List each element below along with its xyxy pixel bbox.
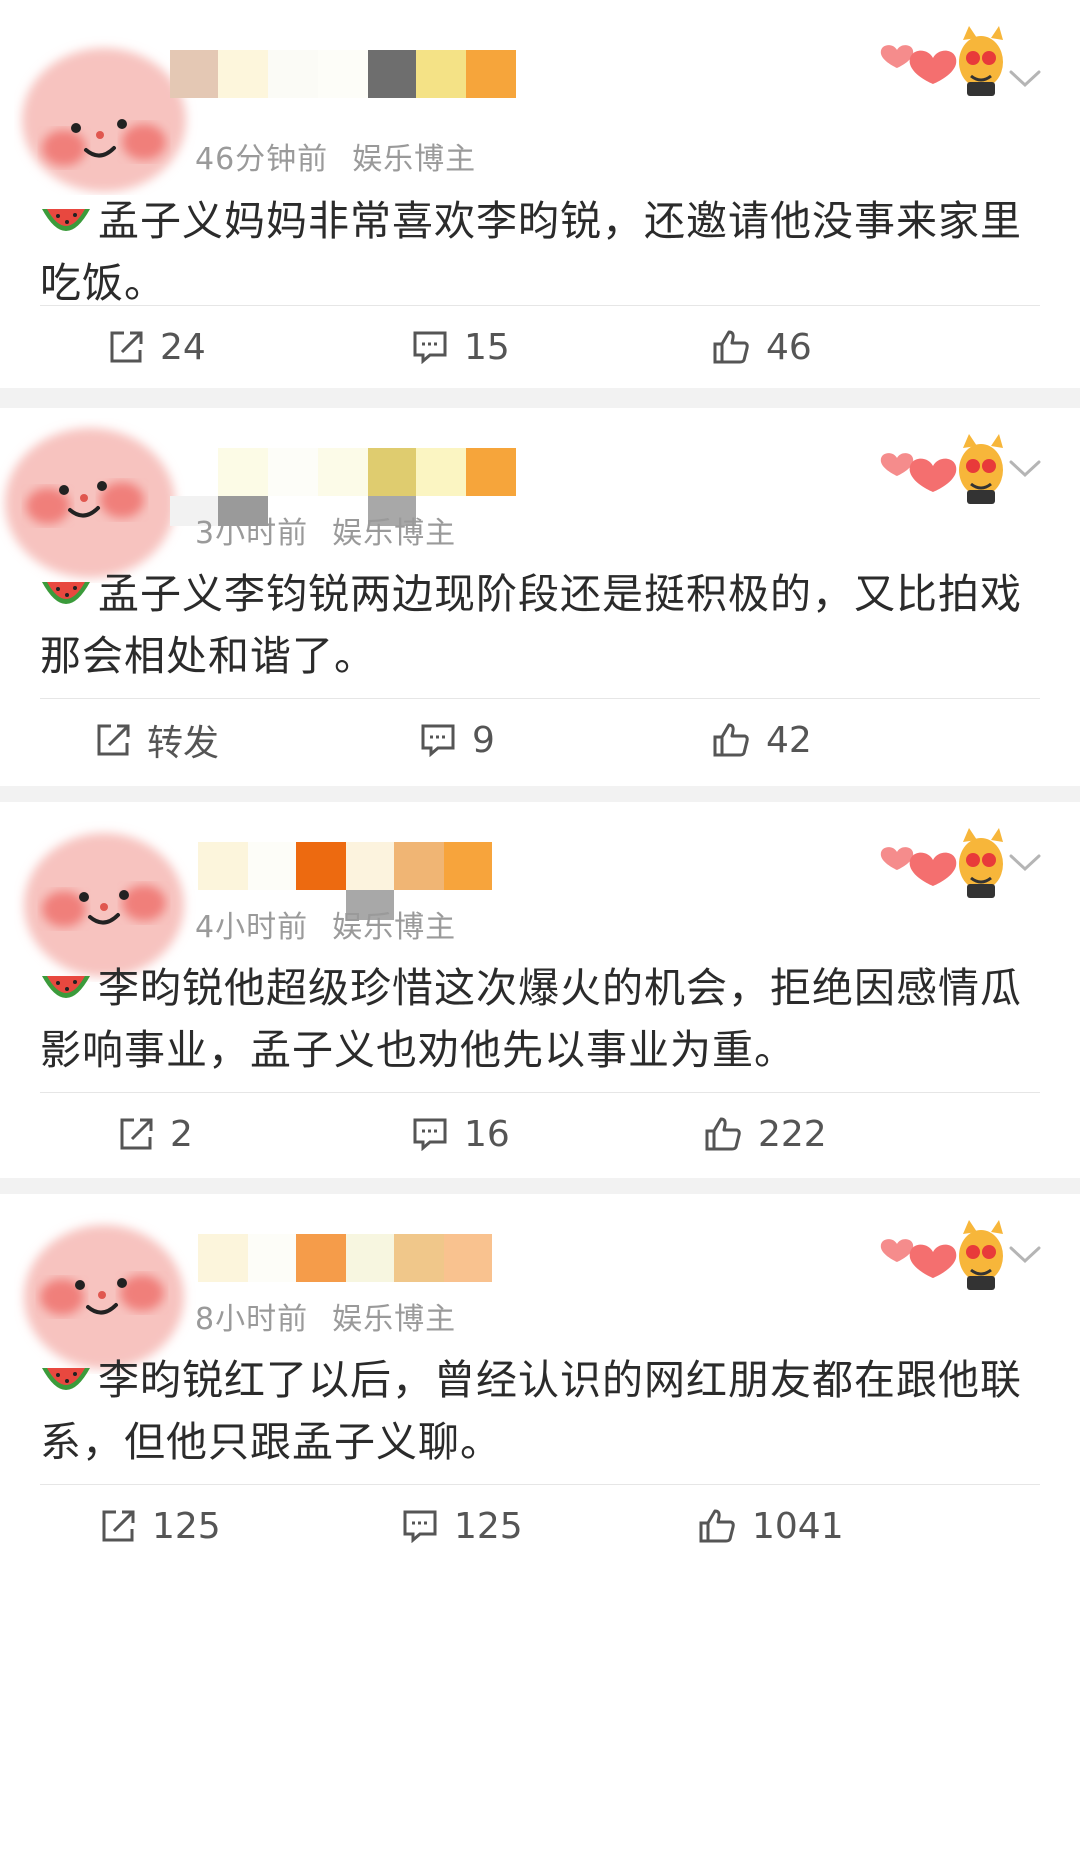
repost-button[interactable]: 2 [118, 1099, 193, 1169]
chevron-down-icon[interactable] [1008, 1244, 1042, 1266]
heart-cat-sticker [880, 1220, 1003, 1290]
post-meta: 8小时前 娱乐博主 [195, 1294, 456, 1338]
comment-button[interactable]: 9 [420, 705, 495, 775]
comment-button[interactable]: 16 [412, 1099, 510, 1169]
post-card: 4小时前 娱乐博主 李昀锐他超级珍惜这次爆火的机会，拒绝因感情瓜影响事业，孟子义也… [0, 802, 1080, 1178]
watermelon-icon [42, 976, 90, 998]
post-actions: 2 16 222 [0, 1099, 1080, 1169]
thumbs-up-icon [699, 1509, 735, 1543]
post-text: 孟子义妈妈非常喜欢李昀锐，还邀请他没事来家里吃饭。 [40, 197, 1022, 307]
share-icon [110, 331, 143, 363]
like-count: 42 [766, 719, 812, 761]
post-time: 4小时前 [195, 910, 309, 945]
post-time: 3小时前 [195, 516, 309, 551]
divider [40, 1484, 1040, 1485]
comment-button[interactable]: 15 [412, 312, 510, 382]
share-icon [97, 724, 130, 756]
post-text: 李昀锐他超级珍惜这次爆火的机会，拒绝因感情瓜影响事业，孟子义也劝他先以事业为重。 [40, 964, 1022, 1074]
author-tag: 娱乐博主 [332, 516, 457, 551]
like-button[interactable]: 222 [704, 1099, 827, 1169]
like-count: 222 [758, 1113, 827, 1155]
thumbs-up-icon [705, 1117, 741, 1151]
comment-icon [403, 1510, 437, 1543]
repost-count: 2 [170, 1113, 193, 1155]
divider [40, 698, 1040, 699]
avatar[interactable] [0, 418, 185, 583]
author-tag: 娱乐博主 [332, 910, 457, 945]
share-icon [120, 1118, 153, 1150]
repost-button[interactable]: 24 [108, 312, 206, 382]
post-meta: 46分钟前 娱乐博主 [195, 134, 476, 178]
like-button[interactable]: 42 [712, 705, 812, 775]
post-time: 46分钟前 [195, 142, 329, 177]
watermelon-icon [42, 582, 90, 604]
comment-count: 9 [472, 719, 495, 761]
post-actions: 24 15 46 [0, 312, 1080, 382]
post-text: 孟子义李钧锐两边现阶段还是挺积极的，又比拍戏那会相处和谐了。 [40, 570, 1022, 680]
repost-count: 转发 [147, 723, 220, 764]
heart-cat-sticker [880, 434, 1003, 504]
post-time: 8小时前 [195, 1302, 309, 1337]
comment-count: 16 [464, 1113, 510, 1155]
post-text: 李昀锐红了以后，曾经认识的网红朋友都在跟他联系，但他只跟孟子义聊。 [40, 1356, 1022, 1466]
repost-button[interactable]: 转发 [95, 705, 219, 775]
like-count: 46 [766, 326, 812, 368]
repost-button[interactable]: 125 [100, 1491, 221, 1561]
heart-cat-sticker [880, 828, 1003, 898]
post-card: 46分钟前娱乐博主 孟子义妈妈非常喜欢李昀锐，还邀请他没事来家里吃饭。 24 [0, 0, 1080, 388]
post-content: 孟子义李钧锐两边现阶段还是挺积极的，又比拍戏那会相处和谐了。 [40, 563, 1040, 687]
like-button[interactable]: 1041 [698, 1491, 844, 1561]
author-tag: 娱乐博主 [332, 1302, 457, 1337]
chevron-down-icon[interactable] [1008, 68, 1042, 90]
divider [40, 1092, 1040, 1093]
post-content: 李昀锐他超级珍惜这次爆火的机会，拒绝因感情瓜影响事业，孟子义也劝他先以事业为重。 [40, 957, 1040, 1081]
comment-count: 15 [464, 326, 510, 368]
post-actions: 转发 9 42 [0, 705, 1080, 775]
heart-cat-sticker [880, 26, 1003, 96]
post-meta: 3小时前 娱乐博主 [195, 508, 456, 552]
like-count: 1041 [752, 1505, 844, 1547]
watermelon-icon [42, 209, 90, 231]
chevron-down-icon[interactable] [1008, 458, 1042, 480]
author-tag: 娱乐博主 [352, 142, 477, 177]
chevron-down-icon[interactable] [1008, 852, 1042, 874]
watermelon-icon [42, 1368, 90, 1390]
comment-icon [413, 1118, 447, 1151]
like-button[interactable]: 46 [712, 312, 812, 382]
share-icon [102, 1510, 135, 1542]
repost-count: 24 [160, 326, 206, 368]
thumbs-up-icon [713, 723, 749, 757]
thumbs-up-icon [713, 330, 749, 364]
comment-button[interactable]: 125 [402, 1491, 523, 1561]
comment-icon [421, 724, 455, 757]
post-content: 孟子义妈妈非常喜欢李昀锐，还邀请他没事来家里吃饭。 [40, 190, 1040, 314]
post-meta: 4小时前 娱乐博主 [195, 902, 456, 946]
divider [40, 305, 1040, 306]
comment-icon [413, 331, 447, 364]
post-actions: 125 125 1041 [0, 1491, 1080, 1561]
post-content: 李昀锐红了以后，曾经认识的网红朋友都在跟他联系，但他只跟孟子义聊。 [40, 1349, 1040, 1473]
repost-count: 125 [152, 1505, 221, 1547]
post-card: 3小时前 娱乐博主 孟子义李钧锐两边现阶段还是挺积极的，又比拍戏那会相处和谐了。 … [0, 408, 1080, 786]
comment-count: 125 [454, 1505, 523, 1547]
post-card: 8小时前 娱乐博主 李昀锐红了以后，曾经认识的网红朋友都在跟他联系，但他只跟孟子义… [0, 1194, 1080, 1855]
